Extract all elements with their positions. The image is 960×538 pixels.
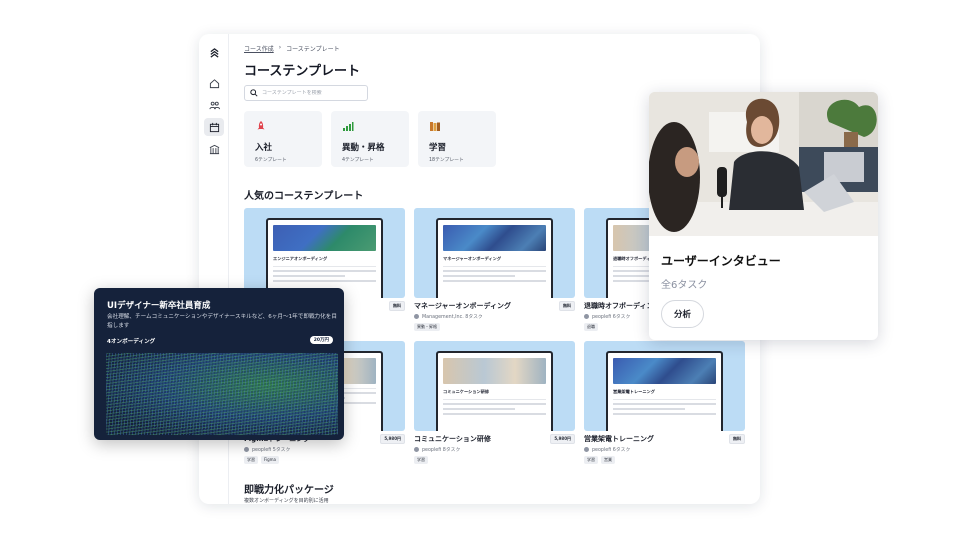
category-card-learning[interactable]: 学習 18テンプレート (418, 111, 496, 167)
price-badge: 無料 (559, 301, 575, 311)
card-tag[interactable]: 異動・昇格 (414, 323, 440, 331)
popular-section-title: 人気のコーステンプレート (244, 191, 364, 202)
template-thumbnail: 営業架電トレーニング (584, 341, 745, 431)
template-card[interactable]: 営業架電トレーニング 営業架電トレーニング 無料 peoplefi 6タスク 学習… (584, 341, 745, 464)
doc-banner (613, 358, 716, 384)
template-thumbnail: エンジニアオンボーディング (244, 208, 405, 298)
doc-preview: エンジニアオンボーディング (266, 218, 383, 298)
price-badge: 5,980円 (550, 434, 575, 444)
building-icon[interactable] (204, 140, 224, 158)
card-subtitle: Management,Inc. 8タスク (422, 315, 483, 320)
rocket-icon (257, 121, 265, 130)
breadcrumb-current: コーステンプレート (286, 46, 340, 53)
category-count: 4テンプレート (342, 158, 374, 163)
doc-title: エンジニアオンボーディング (273, 256, 328, 261)
interview-title: ユーザーインタビュー (661, 254, 781, 268)
home-icon[interactable] (204, 74, 224, 92)
package-description: 会社理解、チームコミュニケーションやデザイナースキルなど、6ヶ月〜1年で即戦力化… (107, 314, 337, 329)
breadcrumb-parent-link[interactable]: コース作成 (244, 44, 274, 53)
author-avatar (584, 314, 589, 319)
package-section-subtitle: 複数オンボーディングを目的別に活用 (244, 498, 329, 504)
card-tag[interactable]: 学習 (414, 456, 428, 464)
package-title: UIデザイナー新卒社員育成 (107, 301, 211, 311)
card-title: 営業架電トレーニング (584, 435, 654, 443)
page-title: コーステンプレート (244, 64, 360, 79)
package-price-badge: 20万円 (309, 336, 333, 344)
author-avatar (414, 314, 419, 319)
doc-banner (273, 225, 376, 251)
doc-title: コミュニケーション研修 (443, 389, 489, 394)
featured-package-card[interactable]: UIデザイナー新卒社員育成 会社理解、チームコミュニケーションやデザイナースキル… (94, 288, 344, 440)
card-subtitle: peoplefi 6タスク (592, 448, 631, 453)
template-card[interactable]: マネージャーオンボーディング マネージャーオンボーディング 無料 Manageme… (414, 208, 575, 331)
breadcrumb-separator: › (278, 44, 282, 51)
package-section-title: 即戦力化パッケージ (244, 485, 334, 496)
card-subtitle: peoplefi 8タスク (422, 448, 461, 453)
doc-title: 営業架電トレーニング (613, 389, 655, 394)
calendar-icon[interactable] (204, 118, 224, 136)
doc-banner (443, 225, 546, 251)
author-avatar (244, 447, 249, 452)
card-title: コミュニケーション研修 (414, 435, 491, 443)
category-name: 入社 (255, 143, 273, 153)
search-icon (250, 89, 258, 97)
card-tag[interactable]: 営業 (601, 456, 615, 464)
wave-pattern-image (106, 353, 338, 435)
user-interview-card[interactable]: ユーザーインタビュー 全6タスク 分析 (649, 92, 878, 340)
card-title: マネージャーオンボーディング (414, 302, 512, 310)
chart-bars-icon (343, 122, 354, 131)
doc-banner (443, 358, 546, 384)
analyze-button[interactable]: 分析 (661, 300, 705, 328)
doc-title: マネージャーオンボーディング (443, 256, 502, 261)
package-count: 4オンボーディング (107, 339, 156, 345)
card-tag[interactable]: Figma (261, 456, 280, 464)
category-count: 18テンプレート (429, 158, 464, 163)
template-thumbnail: マネージャーオンボーディング (414, 208, 575, 298)
team-icon[interactable] (204, 96, 224, 114)
doc-preview: 営業架電トレーニング (606, 351, 723, 431)
search-box[interactable] (244, 85, 368, 101)
category-name: 異動・昇格 (342, 143, 385, 153)
card-subtitle: peoplefi 6タスク (592, 315, 631, 320)
category-card-onboarding[interactable]: 入社 6テンプレート (244, 111, 322, 167)
doc-preview: コミュニケーション研修 (436, 351, 553, 431)
price-badge: 無料 (729, 434, 745, 444)
stage: コース作成 › コーステンプレート コーステンプレート 入社 6テンプレート 異… (0, 0, 960, 538)
author-avatar (584, 447, 589, 452)
card-subtitle: peoplefi 5タスク (252, 448, 291, 453)
card-tag[interactable]: 学習 (244, 456, 258, 464)
interview-photo (649, 92, 878, 236)
template-card[interactable]: コミュニケーション研修 コミュニケーション研修 5,980円 peoplefi 8… (414, 341, 575, 464)
card-tag[interactable]: 学習 (584, 456, 598, 464)
logo-icon[interactable] (204, 44, 224, 62)
doc-preview: マネージャーオンボーディング (436, 218, 553, 298)
author-avatar (414, 447, 419, 452)
card-tag[interactable]: 退職 (584, 323, 598, 331)
books-icon (430, 122, 440, 131)
price-badge: 無料 (389, 301, 405, 311)
template-thumbnail: コミュニケーション研修 (414, 341, 575, 431)
category-count: 6テンプレート (255, 158, 287, 163)
breadcrumb: コース作成 › コーステンプレート (244, 44, 340, 53)
interview-subtitle: 全6タスク (661, 280, 708, 291)
price-badge: 5,980円 (380, 434, 405, 444)
category-card-transfer[interactable]: 異動・昇格 4テンプレート (331, 111, 409, 167)
search-input[interactable] (262, 90, 357, 96)
category-name: 学習 (429, 143, 447, 153)
